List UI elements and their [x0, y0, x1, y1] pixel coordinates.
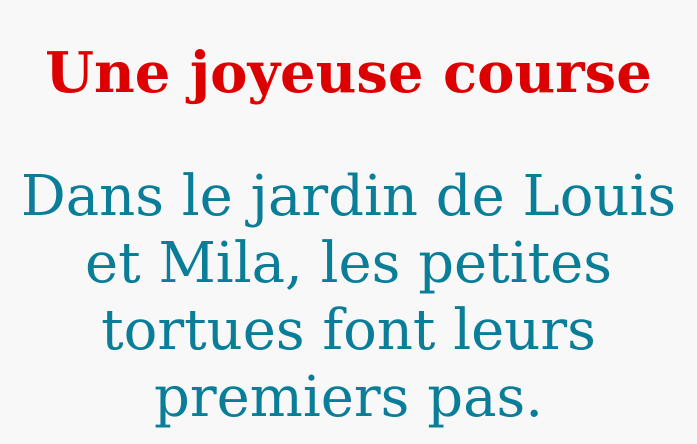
story-paragraph: Dans le jardin de Louis et Mila, les pet…	[0, 163, 697, 431]
story-title: Une joyeuse course	[45, 40, 652, 106]
story-line-1: Dans le jardin de Louis	[20, 164, 677, 229]
story-page: Une joyeuse course Dans le jardin de Lou…	[0, 0, 697, 444]
story-line-3: tortues font leurs	[101, 298, 596, 363]
story-line-2: et Mila, les petites	[85, 231, 612, 296]
story-line-4: premiers pas.	[154, 365, 543, 430]
